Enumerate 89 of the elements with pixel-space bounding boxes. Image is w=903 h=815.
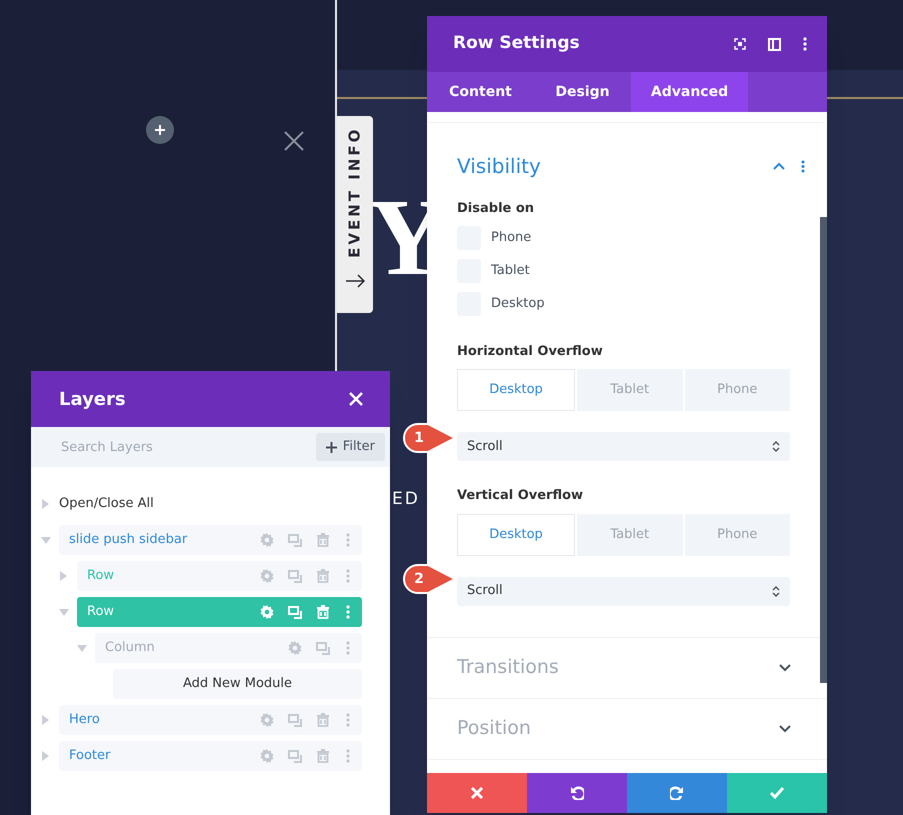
undo-icon (570, 786, 584, 800)
sidebar-icon[interactable] (768, 38, 781, 50)
field-label: Vertical Overflow (457, 487, 584, 505)
layer-label: Row (87, 603, 116, 622)
more-icon[interactable] (801, 160, 805, 172)
layer-label: Hero (69, 711, 101, 730)
duplicate-icon[interactable] (288, 750, 302, 762)
select-arrows-icon[interactable] (772, 586, 780, 596)
callout-number: 1 (413, 429, 425, 448)
expanded-arrow-icon[interactable] (41, 536, 51, 544)
layer-label: Row (87, 567, 116, 586)
checkbox-label: Tablet (491, 262, 530, 280)
tab[interactable]: Content (427, 72, 534, 112)
save-icon (770, 786, 784, 800)
expand-icon[interactable] (779, 724, 791, 733)
tab[interactable]: Design (534, 72, 631, 112)
layer-label: Column (105, 639, 156, 658)
redo-icon (670, 786, 684, 800)
add-button[interactable] (146, 116, 174, 144)
device-tab[interactable]: Phone (684, 369, 790, 411)
duplicate-icon[interactable] (316, 642, 330, 654)
expanded-arrow-icon[interactable] (59, 608, 69, 616)
tab[interactable]: Advanced (631, 72, 748, 112)
panel-title: Row Settings (453, 32, 581, 56)
section-title[interactable]: Position (457, 714, 779, 743)
duplicate-icon[interactable] (288, 534, 302, 546)
trash-icon[interactable] (316, 533, 330, 547)
collapsed-arrow-icon[interactable] (42, 715, 49, 725)
device-tab[interactable]: Desktop (457, 369, 575, 411)
layer-item[interactable]: slide push sidebar (59, 525, 362, 555)
gear-icon[interactable] (288, 641, 302, 655)
collapsed-arrow-icon[interactable] (60, 571, 67, 581)
collapsed-arrow-icon[interactable] (42, 751, 49, 761)
duplicate-icon[interactable] (288, 606, 302, 618)
gear-icon[interactable] (260, 713, 274, 727)
plus-icon (154, 124, 166, 136)
layer-item[interactable]: Footer (59, 741, 362, 771)
select-field[interactable]: Scroll (457, 576, 790, 606)
filter-button[interactable]: Filter (316, 433, 385, 461)
trash-icon[interactable] (316, 605, 330, 619)
close-icon[interactable] (284, 131, 304, 151)
discard-icon (470, 786, 484, 800)
expand-icon[interactable] (779, 663, 791, 672)
trash-icon[interactable] (316, 713, 330, 727)
device-tab[interactable]: Phone (684, 514, 790, 556)
scrollbar[interactable] (820, 217, 827, 683)
add-module-button[interactable]: Add New Module (113, 669, 362, 699)
trash-icon[interactable] (316, 749, 330, 763)
panel-title: Layers (59, 388, 127, 412)
device-tab[interactable]: Tablet (577, 369, 682, 411)
checkbox-label: Desktop (491, 294, 545, 313)
callout-number: 2 (413, 570, 425, 589)
gear-icon[interactable] (260, 533, 274, 547)
arrow-icon[interactable] (345, 273, 365, 289)
expanded-arrow-icon[interactable] (77, 644, 87, 652)
discard-button[interactable] (427, 773, 527, 813)
save-button[interactable] (727, 773, 827, 813)
gear-icon[interactable] (260, 605, 274, 619)
hero-subtitle: ED (392, 488, 420, 511)
more-icon[interactable] (803, 37, 807, 51)
layer-item[interactable]: Column (95, 633, 362, 663)
collapse-icon[interactable] (773, 161, 785, 171)
undo-button[interactable] (527, 773, 627, 813)
layer-item[interactable]: Hero (59, 705, 362, 735)
device-tab[interactable]: Desktop (457, 514, 575, 556)
select-arrows-icon[interactable] (772, 441, 780, 452)
search-bar[interactable]: Search Layers Filter (31, 427, 390, 467)
plus-icon (326, 442, 337, 452)
section-title[interactable]: Transitions (457, 653, 779, 682)
checkbox-label: Phone (491, 228, 532, 247)
field-label: Horizontal Overflow (457, 342, 604, 360)
duplicate-icon[interactable] (288, 570, 302, 582)
side-tab-label: EVENT INFO (344, 126, 365, 258)
duplicate-icon[interactable] (288, 714, 302, 726)
trash-icon[interactable] (316, 569, 330, 583)
section-title[interactable]: Visibility (457, 151, 773, 181)
collapsed-arrow-icon[interactable] (42, 499, 49, 509)
select-field[interactable]: Scroll (457, 432, 790, 461)
side-tab[interactable]: EVENT INFO (337, 116, 373, 313)
gear-icon[interactable] (260, 569, 274, 583)
layer-item[interactable]: Row (77, 597, 362, 627)
device-tab[interactable]: Tablet (577, 514, 682, 556)
layer-label: Footer (69, 747, 112, 766)
toggle-all-link[interactable]: Open/Close All (59, 494, 154, 514)
layer-label: slide push sidebar (69, 531, 188, 550)
field-label: Disable on (457, 200, 536, 218)
gear-icon[interactable] (260, 749, 274, 763)
redo-button[interactable] (627, 773, 727, 813)
layer-item[interactable]: Row (77, 561, 362, 591)
